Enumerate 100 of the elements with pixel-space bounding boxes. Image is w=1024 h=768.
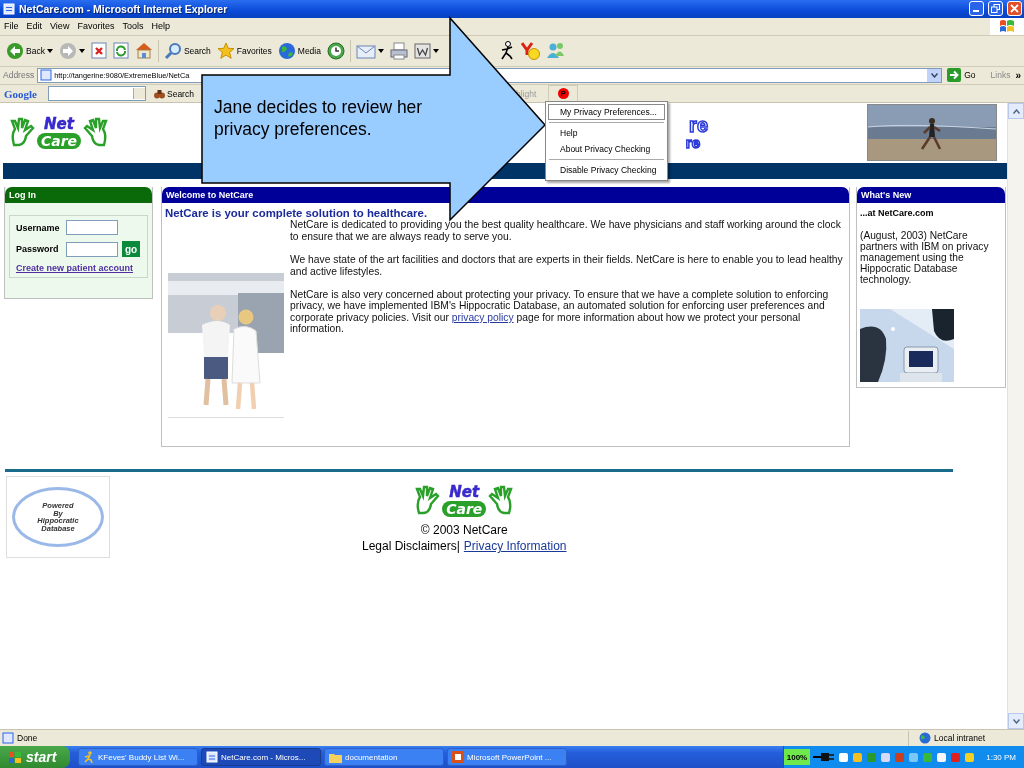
page-icon: [3, 2, 15, 15]
hand-icon: [83, 117, 110, 148]
menu-item[interactable]: My Privacy Preferences...: [548, 104, 665, 120]
zone-text: Local intranet: [934, 733, 986, 744]
printer-icon: [389, 41, 408, 60]
folder-icon: [329, 751, 342, 763]
panel-header: What's New: [857, 187, 1005, 204]
scroll-down-button[interactable]: [1008, 713, 1024, 730]
banner-logo: re re: [684, 114, 708, 150]
privacy-information-link[interactable]: Privacy Information: [463, 538, 567, 555]
scrollbar[interactable]: [1007, 103, 1024, 730]
menu-item[interactable]: About Privacy Checking: [548, 141, 665, 157]
clock-icon: [326, 41, 345, 60]
windows-flag-icon: [999, 19, 1015, 34]
password-field[interactable]: [66, 241, 118, 257]
page-heading: NetCare is your complete solution to healthcare.: [165, 207, 428, 220]
window-title: NetCare.com - Microsoft Internet Explorer: [19, 2, 229, 15]
tray-icon[interactable]: [894, 751, 906, 763]
menu-item[interactable]: Edit: [22, 21, 47, 32]
back-button[interactable]: Back: [3, 38, 56, 63]
arrow-right-icon: [947, 68, 962, 83]
runner-icon: [498, 41, 515, 61]
clock: 1:30 PM: [986, 752, 1016, 762]
tray-icon[interactable]: [880, 751, 892, 763]
menu-item[interactable]: Help: [147, 21, 174, 32]
search-icon: [163, 41, 182, 60]
go-button[interactable]: go: [122, 241, 141, 258]
restore-icon: [991, 4, 1000, 14]
favorites-button[interactable]: Favorites: [213, 38, 275, 63]
tray-icon[interactable]: [936, 751, 948, 763]
tray-icon[interactable]: [950, 751, 962, 763]
close-icon: [1010, 4, 1019, 14]
envelope-icon: [355, 42, 376, 59]
taskbar-button[interactable]: Microsoft PowerPoint ...: [447, 748, 567, 766]
menu-item[interactable]: File: [0, 21, 23, 32]
copyright-text: © 2003 NetCare: [420, 522, 508, 539]
chevron-down-icon: [1012, 718, 1020, 724]
status-text: Done: [17, 733, 38, 744]
windows-flag-icon: [8, 750, 22, 764]
close-button[interactable]: [1007, 1, 1022, 17]
runner-icon: [83, 751, 95, 763]
body-paragraph: NetCare is dedicated to providing you the best quality healthcare. We have physicians and staff working around the clock to ensure that we are always ready to serve you.: [290, 219, 842, 243]
menu-item[interactable]: Tools: [118, 21, 148, 32]
plug-icon: [813, 752, 836, 762]
binoculars-icon: [154, 88, 165, 99]
news-subtitle: ...at NetCare.com: [860, 208, 935, 219]
field-label: Password: [16, 244, 60, 255]
address-label: Address: [3, 70, 35, 81]
tray-icon[interactable]: [964, 751, 976, 763]
menu-item[interactable]: View: [46, 21, 74, 32]
menu-item[interactable]: Disable Privacy Checking: [548, 162, 665, 178]
body-paragraph: We have state of the art facilities and doctors that are experts in their fields. NetCare is here to enable you to lead healthy and active lifestyles.: [290, 254, 844, 278]
google-logo[interactable]: Google: [4, 87, 48, 100]
star-icon: [216, 41, 235, 60]
media-button[interactable]: Media: [274, 38, 324, 63]
dropdown-button[interactable]: [927, 68, 942, 82]
battery-level: 100%: [783, 749, 811, 765]
home-icon: [134, 42, 153, 60]
news-text: (August, 2003) NetCare partners with IBM on privacy management using the Hippocratic Database technology.: [860, 230, 990, 286]
menu-item[interactable]: Favorites: [73, 21, 119, 32]
chevron-down-icon: [930, 72, 938, 78]
page-icon: [40, 69, 53, 82]
more-links-button[interactable]: »: [1015, 69, 1024, 81]
start-button[interactable]: start: [0, 746, 70, 768]
go-button[interactable]: Go: [945, 68, 982, 83]
hand-icon: [8, 117, 35, 148]
privacy-policy-link[interactable]: privacy policy: [451, 311, 514, 323]
body-paragraph: NetCare is also very concerned about protecting your privacy. To ensure that we have a complete solution to enforcing privacy, we have implemented IBM's Hippocratic Database, an automated solution for enforcing user preferences and corporate privacy policies. Visit our privacy policy page for more information about how we protect your personal information.: [290, 289, 830, 335]
taskbar-button[interactable]: NetCare.com - Micros...: [201, 748, 321, 766]
globe-icon: [277, 41, 296, 60]
people-icon: [545, 41, 565, 60]
slides-icon: [452, 751, 464, 763]
field-label: Username: [16, 222, 61, 233]
taskbar-button[interactable]: KFeves' Buddy List Wi...: [78, 748, 198, 766]
restore-button[interactable]: [988, 1, 1003, 17]
tray-icon[interactable]: [908, 751, 920, 763]
search-button[interactable]: Search: [152, 88, 196, 99]
search-button[interactable]: Search: [160, 38, 214, 63]
search-field[interactable]: [48, 86, 146, 101]
globe-icon: [919, 732, 931, 745]
menu-item[interactable]: Help: [548, 125, 665, 141]
callout-text: Jane decides to review her privacy preferences.: [214, 96, 424, 140]
create-account-link[interactable]: Create new patient account: [16, 263, 141, 274]
page-icon: [2, 732, 14, 745]
hand-icon: [414, 485, 441, 516]
panel-header: Log In: [5, 187, 152, 204]
disclaimer-link[interactable]: Legal Disclaimers|: [362, 538, 460, 555]
hand-icon: [488, 485, 515, 516]
netcare-logo: Net Care: [3, 110, 115, 155]
username-field[interactable]: [66, 220, 118, 236]
stop-icon: [90, 42, 107, 60]
chevron-up-icon: [1012, 108, 1020, 114]
tray-icon[interactable]: [852, 751, 864, 763]
refresh-icon: [112, 42, 129, 60]
minimize-button[interactable]: [969, 1, 984, 17]
scroll-up-button[interactable]: [1008, 103, 1024, 120]
taskbar-button[interactable]: documentation: [324, 748, 444, 766]
page-icon: [206, 751, 218, 763]
tray-icon[interactable]: [838, 751, 850, 763]
smiley-icon: [520, 41, 540, 61]
